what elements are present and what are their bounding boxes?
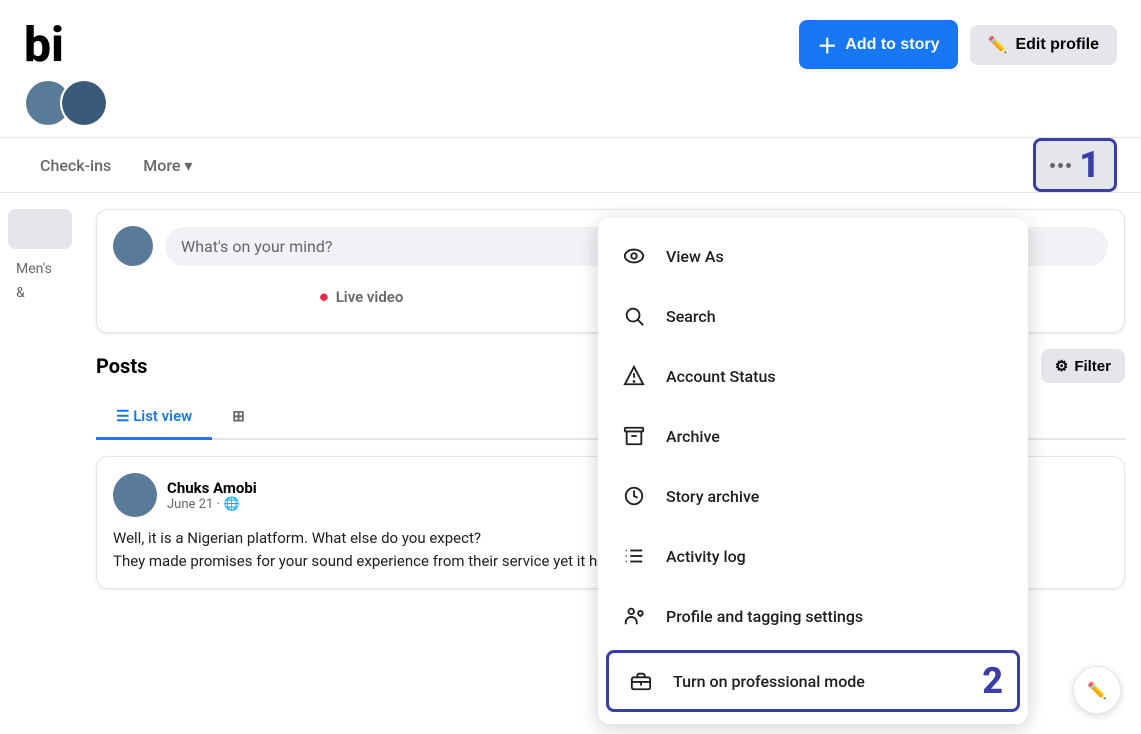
live-video-label: Live video [336, 288, 404, 306]
clock-icon [616, 478, 652, 514]
sidebar-label-mens: Men's [8, 257, 72, 281]
menu-item-archive[interactable]: Archive [598, 406, 1028, 466]
list-view-label: List view [133, 407, 192, 425]
menu-item-profile-tagging[interactable]: Profile and tagging settings [598, 586, 1028, 646]
list-view-icon: ☰ [116, 407, 133, 425]
sidebar: Men's & [0, 209, 80, 589]
add-to-story-button[interactable]: ＋ Add to story [799, 20, 957, 69]
menu-item-label-professional-mode: Turn on professional mode [673, 672, 865, 691]
posts-title: Posts [96, 354, 147, 378]
archive-icon [616, 418, 652, 454]
globe-icon: 🌐 [224, 497, 240, 512]
menu-item-label-view-as: View As [666, 247, 724, 266]
menu-item-search[interactable]: Search [598, 286, 1028, 346]
page-title: bi [24, 21, 64, 69]
menu-item-professional-mode[interactable]: Turn on professional mode 2 [606, 650, 1020, 712]
search-icon [616, 298, 652, 334]
menu-item-label-profile-tagging: Profile and tagging settings [666, 607, 863, 626]
edit-profile-label: Edit profile [1015, 36, 1099, 54]
menu-item-label-archive: Archive [666, 427, 720, 446]
pencil-icon: ✏️ [988, 35, 1008, 55]
eye-icon [616, 238, 652, 274]
add-story-label: Add to story [845, 36, 939, 54]
grid-view-icon: ⊞ [232, 407, 245, 425]
filter-icon: ⚙ [1055, 357, 1068, 375]
header-buttons: ＋ Add to story ✏️ Edit profile [799, 20, 1117, 69]
nav-bar: Check-ins More ▾ 1 [0, 137, 1141, 193]
post-date: June 21 · 🌐 [167, 497, 257, 512]
dropdown-menu: View As Search Account Status Archive Story … [598, 218, 1028, 724]
menu-item-story-archive[interactable]: Story archive [598, 466, 1028, 526]
chevron-down-icon: ▾ [184, 156, 192, 175]
avatars-row [0, 79, 1141, 137]
tab-list-view[interactable]: ☰ List view [96, 395, 212, 440]
list-icon [616, 538, 652, 574]
sidebar-label-amp: & [8, 281, 72, 305]
edit-profile-button[interactable]: ✏️ Edit profile [970, 25, 1117, 65]
avatar-2 [60, 79, 108, 127]
live-video-icon: ⏺ [320, 288, 328, 306]
menu-item-activity-log[interactable]: Activity log [598, 526, 1028, 586]
more-options-button[interactable]: 1 [1033, 138, 1117, 192]
post-meta: Chuks Amobi June 21 · 🌐 [167, 479, 257, 512]
post-author-avatar [113, 473, 157, 517]
menu-item-label-account-status: Account Status [666, 367, 776, 386]
live-video-button[interactable]: ⏺ Live video [113, 278, 611, 316]
edit-fab-icon: ✏️ [1087, 681, 1107, 700]
header-area: bi ＋ Add to story ✏️ Edit profile [0, 0, 1141, 79]
plus-icon: ＋ [817, 30, 837, 59]
gear-person-icon [616, 598, 652, 634]
edit-fab-button[interactable]: ✏️ [1073, 666, 1121, 714]
more-label: More [143, 156, 180, 175]
menu-item-label-story-archive: Story archive [666, 487, 759, 506]
tab-grid-view[interactable]: ⊞ [212, 395, 265, 438]
menu-item-label-activity-log: Activity log [666, 547, 746, 566]
compose-avatar [113, 226, 153, 266]
step-1-number: 1 [1079, 147, 1100, 183]
menu-item-view-as[interactable]: View As [598, 226, 1028, 286]
step-2-number: 2 [982, 663, 1003, 699]
filter-button[interactable]: ⚙ Filter [1041, 349, 1125, 383]
nav-item-checkins[interactable]: Check-ins [24, 144, 127, 187]
warning-icon [616, 358, 652, 394]
briefcase-icon [623, 663, 659, 699]
menu-item-account-status[interactable]: Account Status [598, 346, 1028, 406]
post-author-name: Chuks Amobi [167, 479, 257, 497]
nav-item-more[interactable]: More ▾ [127, 144, 208, 187]
three-dots-icon [1050, 163, 1071, 168]
filter-label: Filter [1074, 358, 1111, 375]
menu-item-label-search: Search [666, 307, 716, 326]
